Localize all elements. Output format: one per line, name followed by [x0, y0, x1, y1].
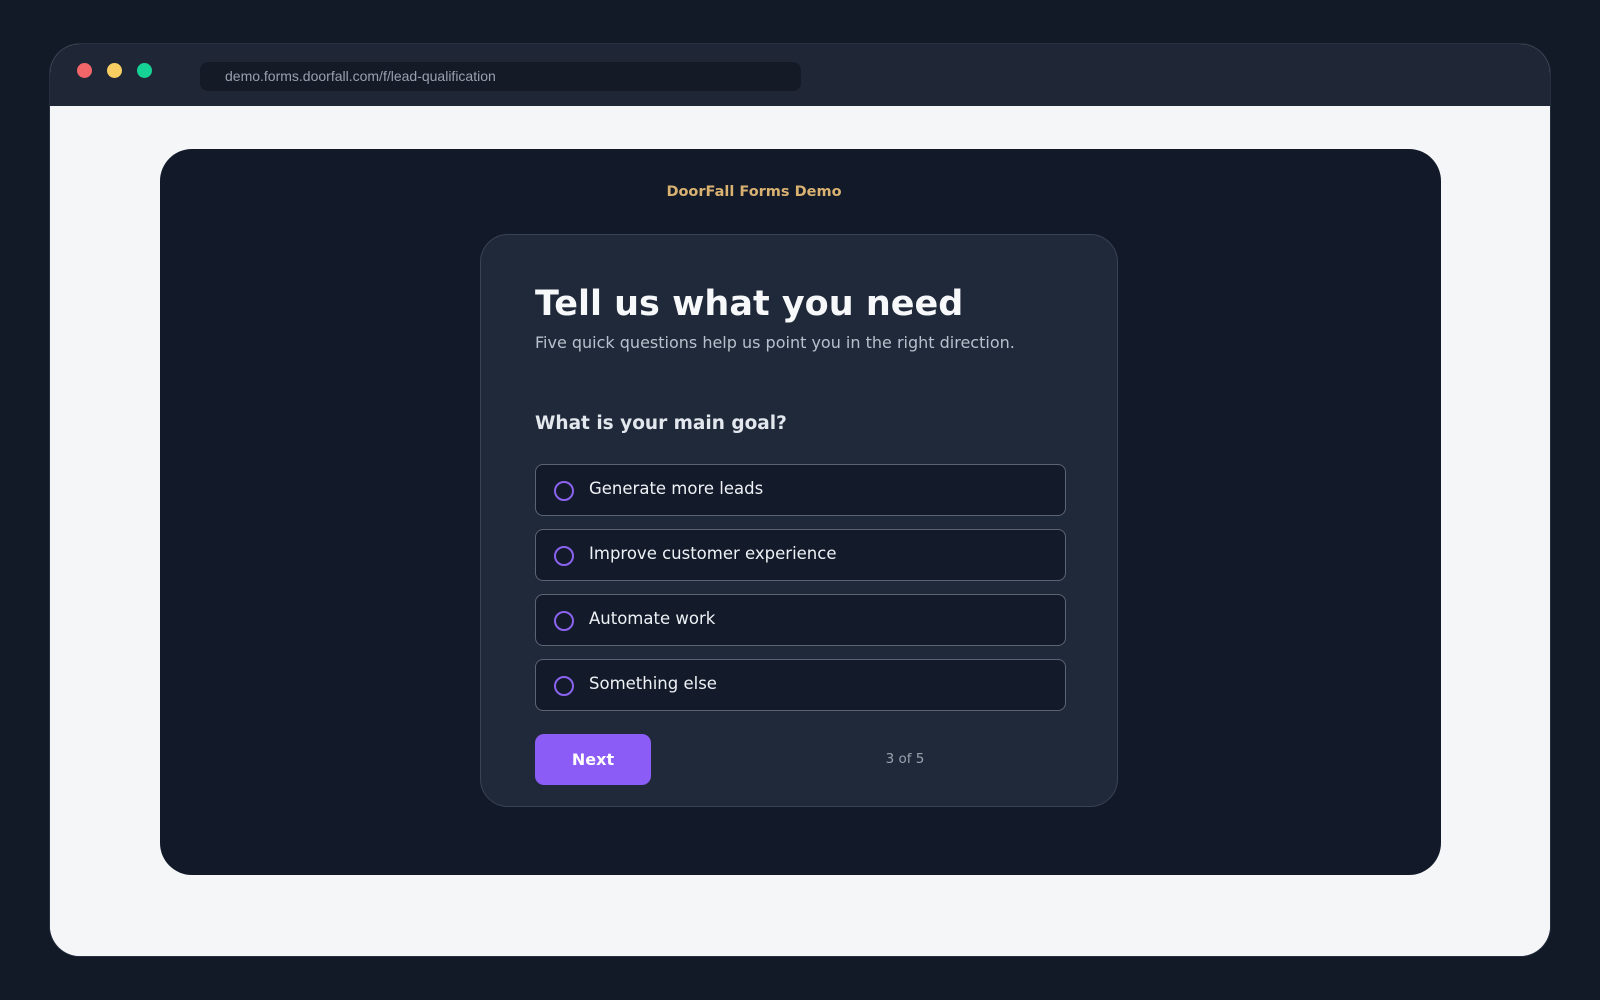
option-automate-work[interactable]: Automate work [535, 594, 1066, 646]
radio-unchecked-icon[interactable] [554, 546, 574, 566]
brand-label: DoorFall Forms Demo [666, 184, 842, 200]
option-label: Automate work [589, 609, 716, 628]
option-improve-customer-experience[interactable]: Improve customer experience [535, 529, 1066, 581]
form-title: Tell us what you need [535, 284, 964, 324]
page-viewport: DoorFall Forms Demo Tell us what you nee… [50, 106, 1550, 956]
radio-unchecked-icon[interactable] [554, 481, 574, 501]
radio-unchecked-icon[interactable] [554, 676, 574, 696]
form-subtitle: Five quick questions help us point you i… [535, 333, 1015, 352]
option-label: Generate more leads [589, 479, 764, 498]
form-card: Tell us what you need Five quick questio… [480, 234, 1118, 807]
form-hero-panel: DoorFall Forms Demo Tell us what you nee… [160, 149, 1441, 875]
option-label: Improve customer experience [589, 544, 837, 563]
close-window-icon[interactable] [77, 63, 92, 78]
browser-titlebar: demo.forms.doorfall.com/f/lead-qualifica… [50, 44, 1550, 106]
browser-window: demo.forms.doorfall.com/f/lead-qualifica… [50, 44, 1550, 956]
step-progress: 3 of 5 [885, 751, 925, 767]
address-url[interactable]: demo.forms.doorfall.com/f/lead-qualifica… [225, 68, 496, 84]
minimize-window-icon[interactable] [107, 63, 122, 78]
address-bar[interactable]: demo.forms.doorfall.com/f/lead-qualifica… [200, 62, 801, 91]
next-button[interactable]: Next [535, 734, 651, 785]
option-generate-more-leads[interactable]: Generate more leads [535, 464, 1066, 516]
radio-unchecked-icon[interactable] [554, 611, 574, 631]
option-label: Something else [589, 674, 717, 693]
question-label: What is your main goal? [535, 413, 787, 434]
maximize-window-icon[interactable] [137, 63, 152, 78]
option-something-else[interactable]: Something else [535, 659, 1066, 711]
